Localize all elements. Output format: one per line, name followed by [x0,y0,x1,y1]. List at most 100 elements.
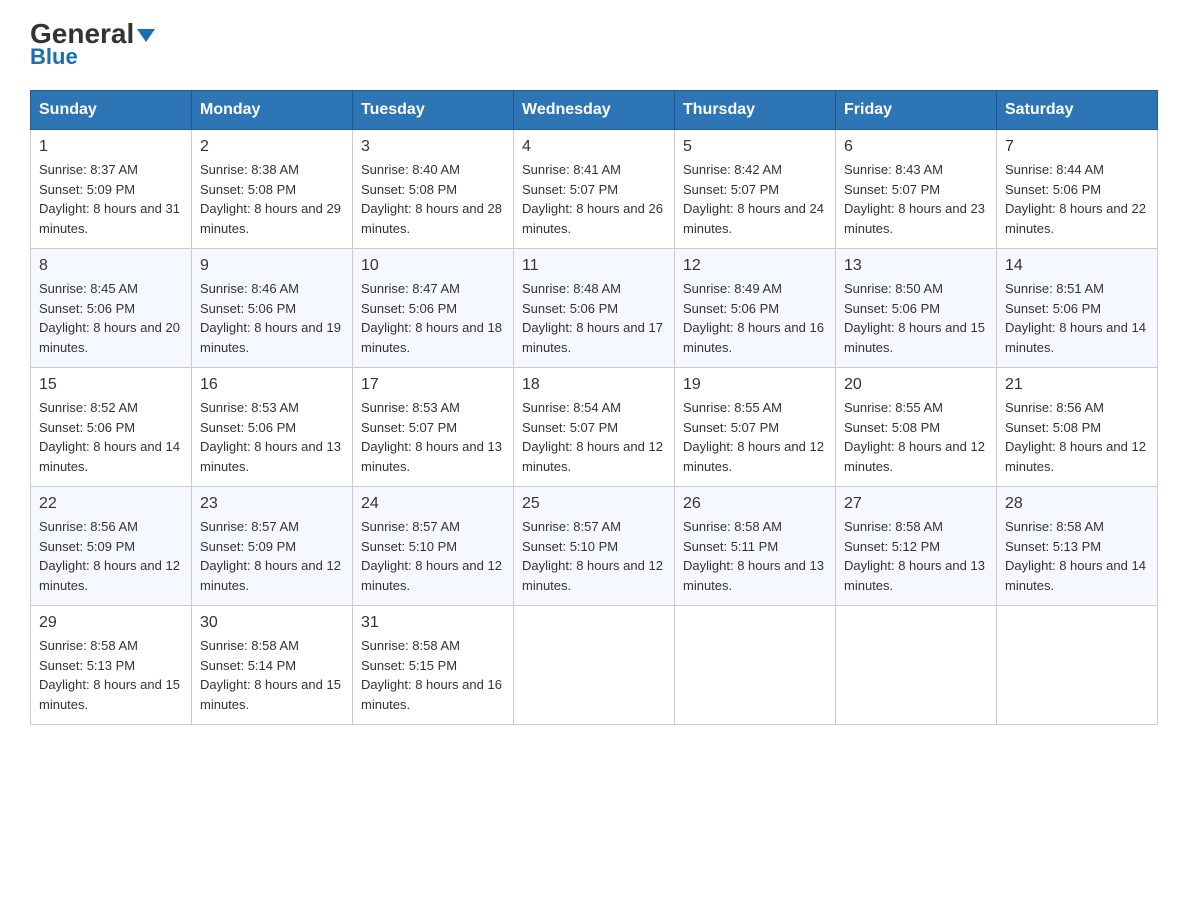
day-cell: 28 Sunrise: 8:58 AMSunset: 5:13 PMDaylig… [997,487,1158,606]
day-cell: 20 Sunrise: 8:55 AMSunset: 5:08 PMDaylig… [836,368,997,487]
day-number: 10 [361,257,505,275]
day-info: Sunrise: 8:43 AMSunset: 5:07 PMDaylight:… [844,162,985,236]
day-cell: 14 Sunrise: 8:51 AMSunset: 5:06 PMDaylig… [997,249,1158,368]
day-number: 13 [844,257,988,275]
week-row-4: 22 Sunrise: 8:56 AMSunset: 5:09 PMDaylig… [31,487,1158,606]
day-number: 12 [683,257,827,275]
day-info: Sunrise: 8:41 AMSunset: 5:07 PMDaylight:… [522,162,663,236]
day-cell: 7 Sunrise: 8:44 AMSunset: 5:06 PMDayligh… [997,130,1158,249]
day-cell: 10 Sunrise: 8:47 AMSunset: 5:06 PMDaylig… [353,249,514,368]
day-number: 29 [39,614,183,632]
day-cell: 17 Sunrise: 8:53 AMSunset: 5:07 PMDaylig… [353,368,514,487]
day-cell: 30 Sunrise: 8:58 AMSunset: 5:14 PMDaylig… [192,606,353,725]
day-cell: 9 Sunrise: 8:46 AMSunset: 5:06 PMDayligh… [192,249,353,368]
day-info: Sunrise: 8:37 AMSunset: 5:09 PMDaylight:… [39,162,180,236]
week-row-1: 1 Sunrise: 8:37 AMSunset: 5:09 PMDayligh… [31,130,1158,249]
day-info: Sunrise: 8:45 AMSunset: 5:06 PMDaylight:… [39,281,180,355]
col-header-monday: Monday [192,91,353,130]
day-info: Sunrise: 8:57 AMSunset: 5:10 PMDaylight:… [522,519,663,593]
day-cell: 3 Sunrise: 8:40 AMSunset: 5:08 PMDayligh… [353,130,514,249]
day-cell: 4 Sunrise: 8:41 AMSunset: 5:07 PMDayligh… [514,130,675,249]
day-cell: 8 Sunrise: 8:45 AMSunset: 5:06 PMDayligh… [31,249,192,368]
day-info: Sunrise: 8:55 AMSunset: 5:07 PMDaylight:… [683,400,824,474]
logo: General Blue [30,20,155,70]
day-cell: 25 Sunrise: 8:57 AMSunset: 5:10 PMDaylig… [514,487,675,606]
page-header: General Blue [30,20,1158,70]
day-number: 2 [200,138,344,156]
day-info: Sunrise: 8:58 AMSunset: 5:11 PMDaylight:… [683,519,824,593]
day-info: Sunrise: 8:58 AMSunset: 5:15 PMDaylight:… [361,638,502,712]
day-info: Sunrise: 8:40 AMSunset: 5:08 PMDaylight:… [361,162,502,236]
day-cell [514,606,675,725]
day-cell [836,606,997,725]
day-number: 16 [200,376,344,394]
day-cell [997,606,1158,725]
column-header-row: SundayMondayTuesdayWednesdayThursdayFrid… [31,91,1158,130]
day-info: Sunrise: 8:44 AMSunset: 5:06 PMDaylight:… [1005,162,1146,236]
day-number: 25 [522,495,666,513]
day-info: Sunrise: 8:46 AMSunset: 5:06 PMDaylight:… [200,281,341,355]
day-cell: 24 Sunrise: 8:57 AMSunset: 5:10 PMDaylig… [353,487,514,606]
day-info: Sunrise: 8:56 AMSunset: 5:08 PMDaylight:… [1005,400,1146,474]
day-number: 23 [200,495,344,513]
day-cell: 19 Sunrise: 8:55 AMSunset: 5:07 PMDaylig… [675,368,836,487]
day-number: 26 [683,495,827,513]
day-info: Sunrise: 8:55 AMSunset: 5:08 PMDaylight:… [844,400,985,474]
day-cell: 13 Sunrise: 8:50 AMSunset: 5:06 PMDaylig… [836,249,997,368]
day-number: 30 [200,614,344,632]
day-number: 1 [39,138,183,156]
day-info: Sunrise: 8:58 AMSunset: 5:13 PMDaylight:… [1005,519,1146,593]
day-cell [675,606,836,725]
col-header-thursday: Thursday [675,91,836,130]
day-cell: 29 Sunrise: 8:58 AMSunset: 5:13 PMDaylig… [31,606,192,725]
day-cell: 21 Sunrise: 8:56 AMSunset: 5:08 PMDaylig… [997,368,1158,487]
day-info: Sunrise: 8:56 AMSunset: 5:09 PMDaylight:… [39,519,180,593]
day-number: 21 [1005,376,1149,394]
day-cell: 12 Sunrise: 8:49 AMSunset: 5:06 PMDaylig… [675,249,836,368]
day-number: 9 [200,257,344,275]
day-number: 5 [683,138,827,156]
col-header-wednesday: Wednesday [514,91,675,130]
day-number: 20 [844,376,988,394]
day-info: Sunrise: 8:52 AMSunset: 5:06 PMDaylight:… [39,400,180,474]
day-info: Sunrise: 8:53 AMSunset: 5:07 PMDaylight:… [361,400,502,474]
day-info: Sunrise: 8:58 AMSunset: 5:14 PMDaylight:… [200,638,341,712]
day-cell: 23 Sunrise: 8:57 AMSunset: 5:09 PMDaylig… [192,487,353,606]
day-number: 6 [844,138,988,156]
day-number: 11 [522,257,666,275]
day-info: Sunrise: 8:53 AMSunset: 5:06 PMDaylight:… [200,400,341,474]
day-info: Sunrise: 8:38 AMSunset: 5:08 PMDaylight:… [200,162,341,236]
day-number: 17 [361,376,505,394]
day-number: 28 [1005,495,1149,513]
day-info: Sunrise: 8:48 AMSunset: 5:06 PMDaylight:… [522,281,663,355]
day-cell: 22 Sunrise: 8:56 AMSunset: 5:09 PMDaylig… [31,487,192,606]
day-info: Sunrise: 8:42 AMSunset: 5:07 PMDaylight:… [683,162,824,236]
col-header-friday: Friday [836,91,997,130]
day-cell: 1 Sunrise: 8:37 AMSunset: 5:09 PMDayligh… [31,130,192,249]
day-info: Sunrise: 8:58 AMSunset: 5:12 PMDaylight:… [844,519,985,593]
day-number: 3 [361,138,505,156]
day-number: 15 [39,376,183,394]
day-cell: 27 Sunrise: 8:58 AMSunset: 5:12 PMDaylig… [836,487,997,606]
day-info: Sunrise: 8:49 AMSunset: 5:06 PMDaylight:… [683,281,824,355]
day-info: Sunrise: 8:54 AMSunset: 5:07 PMDaylight:… [522,400,663,474]
calendar-table: SundayMondayTuesdayWednesdayThursdayFrid… [30,90,1158,725]
day-info: Sunrise: 8:58 AMSunset: 5:13 PMDaylight:… [39,638,180,712]
day-info: Sunrise: 8:47 AMSunset: 5:06 PMDaylight:… [361,281,502,355]
day-number: 4 [522,138,666,156]
col-header-saturday: Saturday [997,91,1158,130]
day-number: 22 [39,495,183,513]
col-header-sunday: Sunday [31,91,192,130]
day-info: Sunrise: 8:51 AMSunset: 5:06 PMDaylight:… [1005,281,1146,355]
day-number: 7 [1005,138,1149,156]
week-row-3: 15 Sunrise: 8:52 AMSunset: 5:06 PMDaylig… [31,368,1158,487]
day-cell: 26 Sunrise: 8:58 AMSunset: 5:11 PMDaylig… [675,487,836,606]
day-cell: 11 Sunrise: 8:48 AMSunset: 5:06 PMDaylig… [514,249,675,368]
day-cell: 31 Sunrise: 8:58 AMSunset: 5:15 PMDaylig… [353,606,514,725]
day-cell: 5 Sunrise: 8:42 AMSunset: 5:07 PMDayligh… [675,130,836,249]
day-cell: 18 Sunrise: 8:54 AMSunset: 5:07 PMDaylig… [514,368,675,487]
week-row-2: 8 Sunrise: 8:45 AMSunset: 5:06 PMDayligh… [31,249,1158,368]
week-row-5: 29 Sunrise: 8:58 AMSunset: 5:13 PMDaylig… [31,606,1158,725]
col-header-tuesday: Tuesday [353,91,514,130]
day-cell: 15 Sunrise: 8:52 AMSunset: 5:06 PMDaylig… [31,368,192,487]
